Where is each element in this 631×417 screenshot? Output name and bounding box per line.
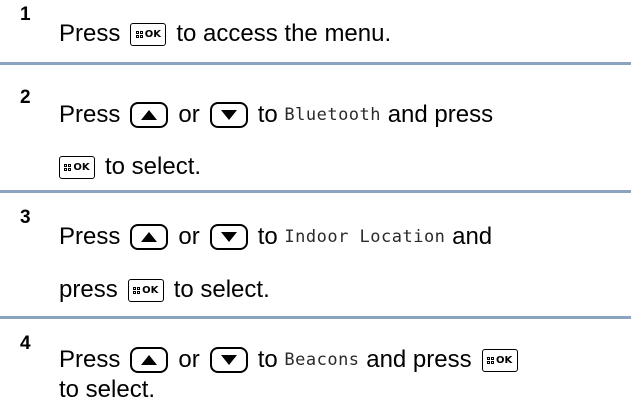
step-text: to (257, 346, 278, 373)
step-4: 4 Press or to Beacons and press OK to se… (0, 319, 631, 417)
step-4-line-2: to select. (59, 375, 155, 405)
step-2-line-1: Press or to Bluetooth and press (59, 95, 493, 135)
ok-label: OK (496, 354, 513, 366)
menu-grid-icon (487, 356, 494, 364)
step-1-line: Press OK to access the menu. (59, 14, 391, 54)
step-3-line-1: Press or to Indoor Location and (59, 217, 492, 257)
up-arrow-button-icon (130, 102, 169, 128)
step-text: Press (59, 346, 121, 373)
step-text: to (257, 223, 278, 250)
step-text: and press (387, 101, 494, 128)
down-arrow-icon (220, 232, 237, 242)
menu-item-name: Beacons (284, 350, 360, 370)
step-text: or (178, 346, 200, 373)
up-arrow-button-icon (130, 224, 169, 250)
up-arrow-icon (141, 110, 158, 120)
step-text: press (59, 276, 118, 303)
step-2-line-2: OK to select. (59, 147, 201, 187)
down-arrow-icon (220, 355, 237, 365)
up-arrow-icon (141, 232, 158, 242)
step-text: and (452, 223, 493, 250)
ok-label: OK (144, 28, 161, 40)
step-text: or (178, 223, 200, 250)
ok-label: OK (142, 284, 159, 296)
menu-ok-button-icon: OK (130, 22, 167, 46)
menu-grid-icon (133, 286, 141, 294)
down-arrow-button-icon (209, 347, 248, 373)
step-text: to select. (59, 376, 156, 403)
step-2: 2 Press or to Bluetooth and press OK to … (0, 65, 631, 190)
step-text: to select. (105, 153, 202, 180)
step-1: 1 Press OK to access the menu. (0, 0, 631, 62)
step-text: Press (59, 101, 121, 128)
up-arrow-button-icon (130, 347, 169, 373)
menu-item-name: Indoor Location (284, 227, 446, 247)
step-3: 3 Press or to Indoor Location and press … (0, 193, 631, 316)
step-4-line-1: Press or to Beacons and press OK (59, 340, 518, 380)
step-number: 1 (20, 4, 31, 25)
menu-grid-icon (135, 30, 143, 38)
down-arrow-button-icon (209, 102, 248, 128)
menu-ok-button-icon: OK (481, 348, 518, 372)
step-text: Press (59, 223, 121, 250)
step-text: Press (59, 20, 121, 47)
menu-grid-icon (64, 163, 72, 171)
ok-label: OK (73, 161, 90, 173)
step-number: 4 (20, 333, 31, 354)
step-text: or (178, 101, 200, 128)
up-arrow-icon (141, 355, 158, 365)
step-3-line-2: press OK to select. (59, 270, 270, 310)
down-arrow-button-icon (209, 224, 248, 250)
step-text: to access the menu. (176, 20, 392, 47)
menu-ok-button-icon: OK (127, 278, 164, 302)
step-number: 2 (20, 87, 31, 108)
down-arrow-icon (220, 110, 237, 120)
step-text: and press (366, 346, 472, 373)
menu-ok-button-icon: OK (59, 155, 95, 179)
step-number: 3 (20, 207, 31, 228)
step-text: to (257, 101, 278, 128)
step-text: to select. (173, 276, 270, 303)
menu-item-name: Bluetooth (284, 105, 382, 125)
